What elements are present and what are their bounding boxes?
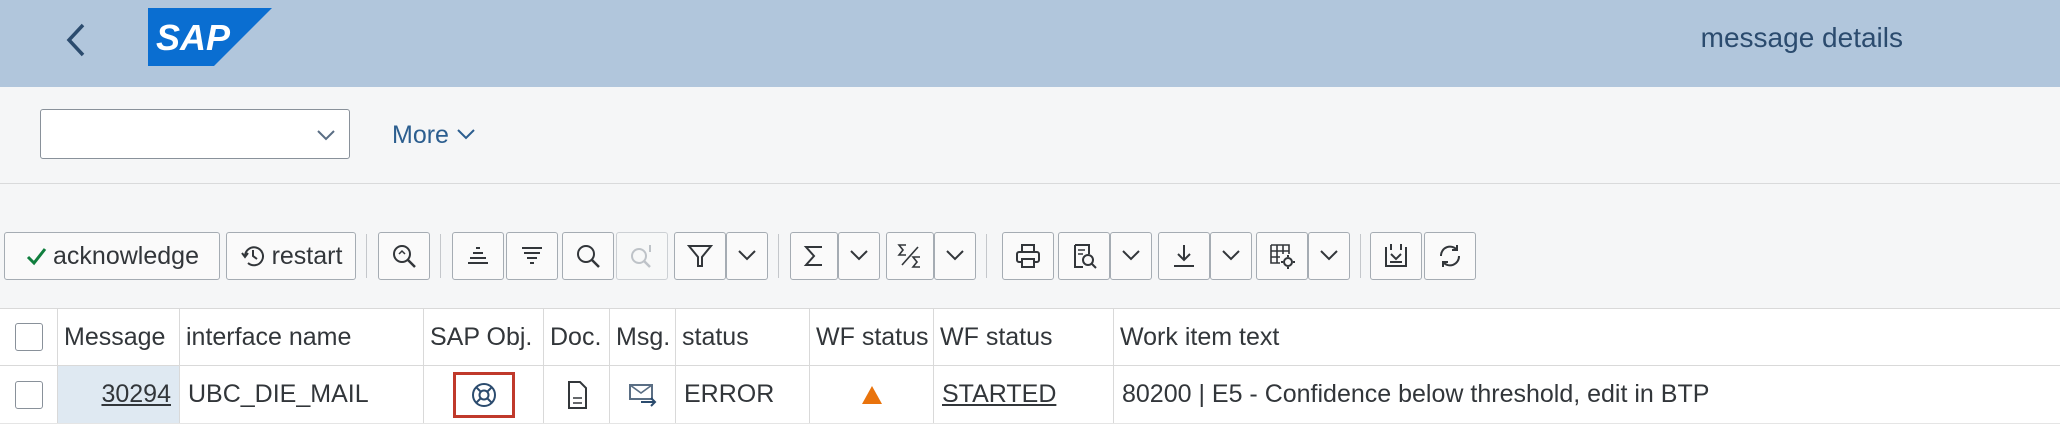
total-icon — [803, 246, 822, 266]
subtotal-dropdown-button[interactable] — [934, 232, 976, 280]
search-next-button[interactable] — [616, 232, 668, 280]
doc-cell — [544, 366, 610, 423]
chevron-down-icon — [946, 250, 964, 261]
column-header-work-item-text[interactable]: Work item text — [1114, 309, 2060, 365]
refresh-button[interactable] — [1424, 232, 1476, 280]
search-icon — [577, 245, 600, 268]
export-dropdown-button[interactable] — [1210, 232, 1252, 280]
more-label: More — [392, 120, 449, 149]
wf-status-cell: STARTED — [934, 366, 1114, 423]
column-header-wf-status[interactable]: WF status — [934, 309, 1114, 365]
chevron-down-icon — [738, 250, 756, 261]
total-button[interactable] — [790, 232, 838, 280]
view-icon — [1074, 244, 1097, 269]
filter-dropdown-button[interactable] — [726, 232, 768, 280]
sort-ascending-icon — [468, 247, 488, 264]
history-icon — [240, 246, 264, 267]
column-header-msg[interactable]: Msg. — [610, 309, 676, 365]
acknowledge-label: acknowledge — [53, 241, 199, 270]
select-all-checkbox[interactable] — [14, 323, 43, 351]
find-icon — [393, 245, 416, 268]
sort-descending-icon — [522, 247, 542, 264]
variant-select[interactable] — [40, 109, 350, 159]
layout-button[interactable] — [1256, 232, 1308, 280]
checkmark-icon — [26, 248, 47, 266]
sort-descending-button[interactable] — [506, 232, 558, 280]
msg-cell — [610, 366, 676, 423]
graphic-button[interactable] — [1370, 232, 1422, 280]
header-toolbar: More — [0, 87, 2060, 184]
refresh-icon — [1439, 245, 1461, 267]
view-dropdown-button[interactable] — [1110, 232, 1152, 280]
print-button[interactable] — [1002, 232, 1054, 280]
warning-triangle-icon — [861, 385, 882, 404]
subtotal-icon — [897, 244, 920, 268]
svg-text:SAP: SAP — [156, 17, 231, 58]
chevron-down-icon — [1222, 250, 1240, 261]
row-select-cell — [0, 366, 58, 423]
restart-button[interactable]: restart — [226, 232, 356, 280]
column-header-status[interactable]: status — [676, 309, 810, 365]
wf-status-link[interactable]: STARTED — [942, 380, 1056, 409]
chevron-down-icon — [1122, 250, 1140, 261]
page-title: message details — [1700, 22, 1903, 53]
search-next-icon — [631, 245, 651, 268]
message-number-cell: 30294 — [58, 366, 180, 423]
object-icon — [471, 382, 496, 407]
sap-obj-cell — [424, 366, 544, 423]
chevron-down-icon — [317, 130, 335, 141]
filter-button[interactable] — [674, 232, 726, 280]
document-button[interactable] — [565, 380, 589, 410]
search-button[interactable] — [562, 232, 614, 280]
sap-object-button[interactable] — [452, 371, 515, 418]
document-icon — [567, 380, 587, 409]
row-select-checkbox[interactable] — [14, 380, 43, 409]
message-number-link[interactable]: 30294 — [101, 380, 171, 409]
shell-bar: SAP message details — [0, 0, 2060, 87]
table-row[interactable]: 30294 UBC_DIE_MAIL ERROR STARTED 80200 |… — [0, 366, 2060, 424]
acknowledge-button[interactable]: acknowledge — [4, 232, 220, 280]
status-cell: ERROR — [676, 366, 810, 423]
restart-label: restart — [271, 241, 343, 270]
back-button[interactable] — [58, 18, 94, 62]
chevron-down-icon — [457, 129, 475, 140]
alv-toolbar: acknowledge restart — [0, 226, 2060, 286]
column-header-message[interactable]: Message — [58, 309, 180, 365]
separator — [778, 234, 779, 278]
table-header-row: Message interface name SAP Obj. Doc. Msg… — [0, 308, 2060, 366]
separator — [366, 234, 367, 278]
subtotal-button[interactable] — [886, 232, 934, 280]
message-table: Message interface name SAP Obj. Doc. Msg… — [0, 308, 2060, 424]
separator — [1360, 234, 1361, 278]
column-header-sap-obj[interactable]: SAP Obj. — [424, 309, 544, 365]
graphic-icon — [1385, 244, 1407, 267]
layout-dropdown-button[interactable] — [1308, 232, 1350, 280]
view-button[interactable] — [1058, 232, 1110, 280]
export-button[interactable] — [1158, 232, 1210, 280]
interface-name-cell: UBC_DIE_MAIL — [180, 366, 424, 423]
print-icon — [1016, 244, 1040, 268]
select-all-cell — [0, 309, 58, 365]
export-icon — [1174, 245, 1194, 267]
more-button[interactable]: More — [392, 117, 477, 153]
chevron-down-icon — [1320, 250, 1338, 261]
separator — [440, 234, 441, 278]
sap-logo: SAP — [148, 8, 272, 66]
column-header-wf-status-icon[interactable]: WF status — [810, 309, 934, 365]
column-header-doc[interactable]: Doc. — [544, 309, 610, 365]
chevron-left-icon — [66, 23, 85, 57]
column-header-interface-name[interactable]: interface name — [180, 309, 424, 365]
layout-settings-icon — [1270, 244, 1295, 269]
wf-status-icon-cell — [810, 366, 934, 423]
message-button[interactable] — [627, 382, 659, 408]
total-dropdown-button[interactable] — [838, 232, 880, 280]
sort-ascending-button[interactable] — [452, 232, 504, 280]
chevron-down-icon — [850, 250, 868, 261]
filter-icon — [686, 245, 714, 267]
separator — [986, 234, 987, 278]
message-icon — [628, 383, 656, 407]
details-button[interactable] — [378, 232, 430, 280]
work-item-text-cell: 80200 | E5 - Confidence below threshold,… — [1122, 380, 1710, 408]
